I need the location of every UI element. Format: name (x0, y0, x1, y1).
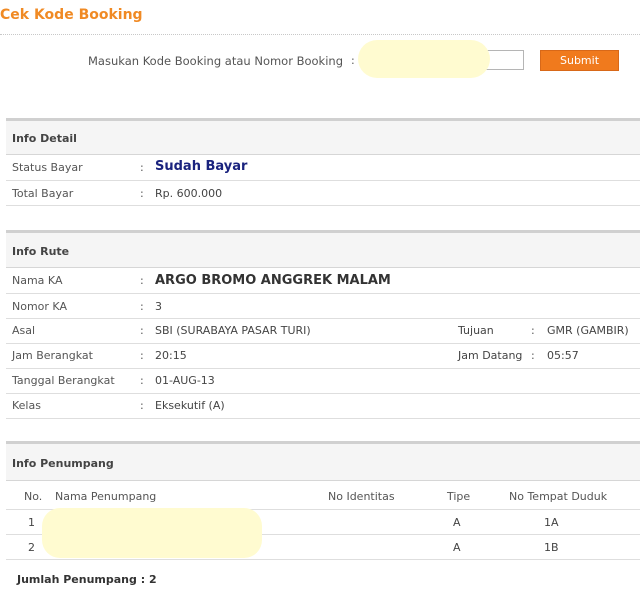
passenger-seat: 1B (544, 541, 559, 554)
tanggal-berangkat-row: Tanggal Berangkat : 01-AUG-13 (6, 368, 640, 394)
jam-datang-label: Jam Datang (458, 349, 523, 362)
colon: : (140, 274, 144, 287)
info-rute-header: Info Rute (6, 230, 640, 268)
colon: : (531, 349, 535, 362)
nama-ka-row: Nama KA : ARGO BROMO ANGGREK MALAM (6, 268, 640, 294)
booking-code-label: Masukan Kode Booking atau Nomor Booking (88, 54, 344, 68)
column-header-tipe: Tipe (447, 490, 471, 503)
colon: : (140, 349, 144, 362)
nomor-ka-label: Nomor KA (12, 300, 67, 313)
status-bayar-label: Status Bayar (12, 161, 83, 174)
kelas-label: Kelas (12, 399, 41, 412)
colon: : (140, 161, 144, 174)
colon: : (531, 324, 535, 337)
passenger-no: 2 (28, 541, 35, 554)
column-header-no: No. (24, 490, 43, 503)
page-title: Cek Kode Booking (0, 7, 143, 23)
passenger-seat: 1A (544, 516, 559, 529)
passenger-type: A (453, 541, 461, 554)
jam-berangkat-value: 20:15 (155, 349, 187, 362)
kelas-row: Kelas : Eksekutif (A) (6, 393, 640, 419)
colon: : (140, 324, 144, 337)
status-bayar-row: Status Bayar : Sudah Bayar (6, 155, 640, 181)
colon: : (140, 374, 144, 387)
jam-datang-value: 05:57 (547, 349, 579, 362)
redaction-mark (42, 508, 262, 558)
redaction-mark (358, 40, 490, 78)
total-bayar-row: Total Bayar : Rp. 600.000 (6, 180, 640, 206)
search-colon: : (351, 54, 355, 67)
nama-ka-label: Nama KA (12, 274, 63, 287)
info-detail-title: Info Detail (12, 132, 77, 145)
kelas-value: Eksekutif (A) (155, 399, 225, 412)
status-bayar-value: Sudah Bayar (155, 159, 248, 174)
info-penumpang-title: Info Penumpang (12, 457, 114, 470)
total-bayar-value: Rp. 600.000 (155, 187, 223, 200)
nomor-ka-row: Nomor KA : 3 (6, 293, 640, 319)
asal-label: Asal (12, 324, 36, 337)
column-header-tempat-duduk: No Tempat Duduk (509, 490, 608, 503)
column-header-nama: Nama Penumpang (55, 490, 157, 503)
passenger-no: 1 (28, 516, 35, 529)
total-bayar-label: Total Bayar (12, 187, 74, 200)
tanggal-berangkat-value: 01-AUG-13 (155, 374, 215, 387)
submit-button[interactable]: Submit (540, 50, 619, 71)
jam-berangkat-label: Jam Berangkat (12, 349, 93, 362)
asal-tujuan-row: Asal : SBI (SURABAYA PASAR TURI) Tujuan … (6, 318, 640, 344)
jam-row: Jam Berangkat : 20:15 Jam Datang : 05:57 (6, 343, 640, 369)
column-header-identitas: No Identitas (328, 490, 395, 503)
passenger-type: A (453, 516, 461, 529)
tanggal-berangkat-label: Tanggal Berangkat (12, 374, 115, 387)
info-rute-title: Info Rute (12, 245, 70, 258)
info-detail-header: Info Detail (6, 118, 640, 155)
passenger-table-header: No. Nama Penumpang No Identitas Tipe No … (6, 481, 640, 510)
colon: : (140, 399, 144, 412)
colon: : (140, 187, 144, 200)
tujuan-value: GMR (GAMBIR) (547, 324, 629, 337)
tujuan-label: Tujuan (458, 324, 494, 337)
passenger-count: Jumlah Penumpang : 2 (17, 573, 157, 586)
asal-value: SBI (SURABAYA PASAR TURI) (155, 324, 311, 337)
nomor-ka-value: 3 (155, 300, 162, 313)
colon: : (140, 300, 144, 313)
header-divider (0, 34, 640, 35)
nama-ka-value: ARGO BROMO ANGGREK MALAM (155, 273, 391, 288)
info-penumpang-header: Info Penumpang (6, 441, 640, 481)
